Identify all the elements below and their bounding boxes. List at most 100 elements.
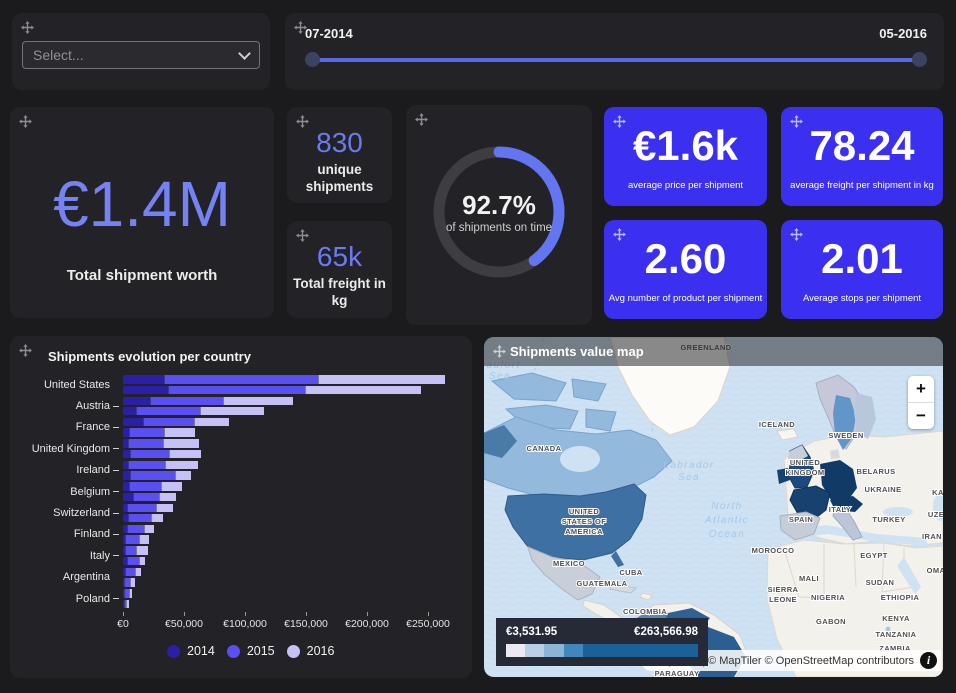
kpi-value: 2.60 — [604, 235, 767, 283]
kpi-avg-freight-card: 78.24 average freight per shipment in kg — [781, 107, 943, 206]
stacked-bar[interactable] — [123, 461, 460, 469]
zoom-in-button[interactable]: + — [908, 376, 934, 402]
move-handle-icon[interactable] — [294, 21, 307, 34]
map-country-label: ICELAND — [759, 420, 795, 429]
legend-item[interactable]: 2015 — [227, 644, 275, 658]
map-country-label: GUATEMALA — [577, 579, 628, 588]
country-label: Switzerland — [22, 507, 110, 519]
axis-tick-mark — [113, 427, 119, 428]
kpi-avg-price-card: €1.6k average price per shipment — [604, 107, 767, 206]
legend-dot — [287, 645, 300, 658]
stacked-bar[interactable] — [123, 386, 460, 394]
stacked-bar[interactable] — [123, 514, 460, 522]
stacked-bar[interactable] — [123, 578, 460, 586]
map-country-label: UNITED — [569, 507, 600, 516]
country-select[interactable]: Select... — [22, 41, 260, 69]
axis-tick-mark — [113, 534, 119, 535]
stacked-bar[interactable] — [123, 450, 460, 458]
move-handle-icon[interactable] — [296, 115, 309, 128]
scale-step — [525, 644, 544, 657]
move-handle-icon[interactable] — [790, 228, 803, 241]
axis-tick-mark — [113, 448, 119, 449]
kpi-label: average freight per shipment in kg — [781, 180, 943, 191]
map-zoom-control: + − — [908, 376, 934, 429]
bar-segment-2016 — [144, 525, 155, 533]
map-title: Shipments value map — [510, 344, 644, 359]
bar-row: Ireland — [22, 460, 460, 481]
country-label: Austria — [22, 400, 110, 412]
stacked-bar[interactable] — [123, 535, 460, 543]
scale-gradient-bar — [506, 644, 698, 657]
bar-segment-2016 — [129, 589, 132, 597]
kpi-value: €1.4M — [53, 167, 231, 241]
bar-segment-2015 — [150, 397, 223, 405]
bar-chart-x-axis: €0€50,000€100,000€150,000€200,000€250,00… — [123, 612, 460, 632]
stacked-bar[interactable] — [123, 428, 460, 436]
bar-segment-2015 — [136, 407, 199, 415]
kpi-value: 65k — [287, 241, 392, 273]
map-country-label: UKRAINE — [865, 485, 902, 494]
bar-segment-2016 — [223, 397, 294, 405]
date-range-slider[interactable] — [308, 52, 924, 68]
slider-handle-start[interactable] — [305, 52, 320, 67]
scale-step — [564, 644, 583, 657]
move-handle-icon[interactable] — [613, 228, 626, 241]
kpi-total-worth-card: €1.4M Total shipment worth — [10, 107, 274, 318]
axis-tick-mark — [113, 598, 119, 599]
move-handle-icon[interactable] — [19, 115, 32, 128]
map-header: Shipments value map — [484, 337, 943, 366]
bar-segment-2015 — [128, 439, 163, 447]
bar-segment-2014 — [123, 418, 143, 426]
bar-segment-2016 — [305, 386, 422, 394]
stacked-bar[interactable] — [123, 397, 460, 405]
stacked-bar[interactable] — [123, 418, 460, 426]
info-icon[interactable]: i — [920, 652, 937, 669]
slider-track[interactable] — [308, 58, 924, 62]
axis-tick-mark — [113, 555, 119, 556]
zoom-out-button[interactable]: − — [908, 402, 934, 429]
stacked-bar[interactable] — [123, 493, 460, 501]
x-axis-tick — [245, 612, 246, 616]
map-country-label: GABON — [816, 617, 846, 626]
stacked-bar[interactable] — [123, 482, 460, 490]
legend-item[interactable]: 2014 — [167, 644, 215, 658]
map-country-label: MALI — [799, 574, 819, 583]
legend-item[interactable]: 2016 — [287, 644, 335, 658]
stacked-bar[interactable] — [123, 568, 460, 576]
move-handle-icon[interactable] — [790, 115, 803, 128]
map-country-label: SWEDEN — [828, 431, 863, 440]
map-country-label: OMA — [927, 566, 943, 575]
date-range-card: 07-2014 05-2016 — [285, 13, 944, 90]
kpi-label: average price per shipment — [604, 180, 767, 191]
stacked-bar[interactable] — [123, 407, 460, 415]
bar-segment-2015 — [127, 504, 156, 512]
slider-handle-end[interactable] — [912, 52, 927, 67]
scale-step — [583, 644, 698, 657]
kpi-avg-stops-card: 2.01 Average stops per shipment — [781, 220, 943, 319]
stacked-bar[interactable] — [123, 375, 460, 383]
bar-row: United States — [22, 374, 460, 395]
bar-chart-plot: United StatesAustriaFranceUnited Kingdom… — [22, 374, 460, 609]
stacked-bar[interactable] — [123, 504, 460, 512]
country-label: Argentina — [22, 571, 110, 583]
move-handle-icon[interactable] — [19, 344, 32, 357]
select-placeholder: Select... — [33, 47, 84, 63]
move-handle-icon[interactable] — [493, 345, 506, 358]
stacked-bar[interactable] — [123, 557, 460, 565]
move-handle-icon[interactable] — [296, 229, 309, 242]
country-label: United States — [22, 379, 110, 391]
bar-segment-2015 — [133, 493, 160, 501]
move-handle-icon[interactable] — [613, 115, 626, 128]
move-handle-icon[interactable] — [21, 21, 34, 34]
stacked-bar[interactable] — [123, 439, 460, 447]
stacked-bar[interactable] — [123, 471, 460, 479]
bar-segment-2014 — [123, 493, 133, 501]
stacked-bar[interactable] — [123, 600, 460, 608]
stacked-bar[interactable] — [123, 525, 460, 533]
move-handle-icon[interactable] — [415, 113, 428, 126]
stacked-bar[interactable] — [123, 546, 460, 554]
stacked-bar[interactable] — [123, 589, 460, 597]
kpi-value: 830 — [287, 127, 392, 159]
bar-segment-2016 — [318, 375, 445, 383]
country-label: United Kingdom — [22, 443, 110, 455]
